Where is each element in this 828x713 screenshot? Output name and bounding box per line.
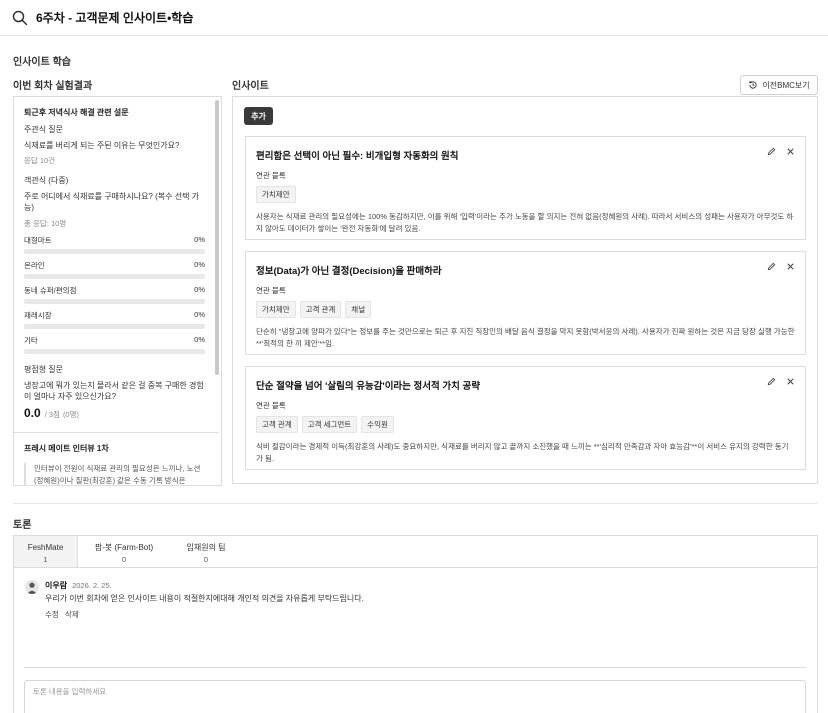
tab-farm-bot[interactable]: 팜-봇 (Farm-Bot) 0: [78, 536, 170, 567]
option-label: 동네 슈퍼/편의점: [24, 285, 77, 295]
close-icon[interactable]: [786, 377, 795, 386]
close-icon[interactable]: [786, 262, 795, 271]
subjective-label: 주관식 질문: [24, 125, 64, 134]
edit-icon[interactable]: [767, 147, 776, 156]
progress-bar: [24, 348, 205, 354]
option-bar: 동네 슈퍼/편의점 0%: [24, 285, 205, 304]
tag: 가치제안: [256, 186, 296, 203]
option-percent: 0%: [194, 259, 205, 269]
insight-body: 식비 절감이라는 경제적 이득(최강훈의 사례)도 중요하지만, 식재료를 버리…: [256, 442, 789, 464]
experiment-results-heading: 이번 회차 실험결과: [13, 81, 93, 92]
edit-icon[interactable]: [767, 262, 776, 271]
rating-count: (0명): [62, 409, 80, 419]
delete-comment-button[interactable]: 삭제: [65, 609, 79, 620]
progress-bar: [24, 248, 205, 254]
option-label: 온라인: [24, 260, 45, 270]
previous-bmc-button[interactable]: 이전BMC보기: [740, 75, 818, 95]
related-blocks-label: 연관 블록: [256, 401, 286, 410]
subjective-question: 식재료를 버리게 되는 주된 이유는 무엇인가요?: [24, 140, 180, 150]
insight-card: 편리함은 선택이 아닌 필수: 비개입형 자동화의 원칙 연관 블록 가치제안 …: [245, 136, 806, 240]
tag: 고객 관계: [299, 301, 342, 318]
insights-heading: 인사이트: [232, 81, 269, 92]
option-bar: 온라인 0%: [24, 260, 205, 279]
section-title: 인사이트 학습: [13, 57, 71, 68]
progress-bar: [24, 323, 205, 329]
team-tabs: FeshMate 1 팜-봇 (Farm-Bot) 0 임채원의 팀 0: [14, 536, 817, 568]
objective-question: 주로 어디에서 식재료를 구매하시나요? (복수 선택 가능): [24, 191, 200, 213]
edit-icon[interactable]: [767, 377, 776, 386]
comment-input-box: [24, 680, 806, 713]
survey-title: 퇴근후 저녁식사 해결 관련 설문: [24, 108, 129, 117]
debate-heading: 토론: [13, 520, 32, 531]
option-percent: 0%: [194, 284, 205, 294]
comment-text: 우리가 이번 회차에 얻은 인사이트 내용이 적절한지에대해 개인적 의견을 자…: [45, 594, 364, 603]
option-label: 대형마트: [24, 235, 52, 245]
option-percent: 0%: [194, 309, 205, 319]
rating-value: 0.0: [24, 405, 41, 420]
rating-label: 평점형 질문: [24, 364, 64, 374]
objective-label: 객관식 (다중): [24, 176, 69, 186]
option-bar: 대형마트 0%: [24, 235, 205, 254]
scrollbar[interactable]: [215, 100, 219, 375]
tag-list: 가치제안: [256, 186, 795, 203]
tab-label: 임채원의 팀: [186, 543, 226, 552]
progress-bar: [24, 273, 205, 279]
insight-card: 단순 절약을 넘어 '살림의 유능감'이라는 정서적 가치 공략 연관 블록 고…: [245, 366, 806, 470]
option-percent: 0%: [194, 334, 205, 344]
divider: [14, 431, 219, 433]
tag: 고객 관계: [256, 416, 298, 433]
tab-count: 0: [121, 555, 127, 564]
option-bar: 기타 0%: [24, 335, 205, 354]
experiment-results-panel: 퇴근후 저녁식사 해결 관련 설문 주관식 질문 식재료를 버리게 되는 주된 …: [13, 96, 222, 486]
rating-score: 0.0 / 3점 (0명): [24, 406, 205, 420]
tab-count: 1: [43, 555, 48, 564]
insight-title: 단순 절약을 넘어 '살림의 유능감'이라는 정서적 가치 공략: [256, 381, 481, 392]
tag-list: 고객 관계 고객 세그먼트 수익원: [256, 416, 795, 433]
tag: 가치제안: [256, 301, 296, 318]
progress-bar: [24, 298, 205, 304]
tab-count: 0: [203, 555, 209, 564]
tag-list: 가치제안 고객 관계 채널: [256, 301, 795, 318]
insight-title: 편리함은 선택이 아닌 필수: 비개입형 자동화의 원칙: [256, 151, 459, 162]
history-icon: [749, 80, 758, 89]
insight-title: 정보(Data)가 아닌 결정(Decision)을 판매하라: [256, 266, 442, 277]
insight-body: 사용자는 식재료 관리의 필요성에는 100% 동감하지만, 이를 위해 '입력…: [256, 212, 794, 234]
comment-input[interactable]: [25, 681, 805, 702]
comment-date: 2026. 2. 25.: [72, 581, 112, 590]
insight-card: 정보(Data)가 아닌 결정(Decision)을 판매하라 연관 블록 가치…: [245, 251, 806, 355]
tag: 채널: [345, 301, 372, 318]
tag: 수익원: [361, 416, 394, 433]
user-avatar-icon: [27, 582, 37, 594]
avatar: [25, 580, 39, 594]
divider: [13, 503, 818, 504]
option-bar: 재래시장 0%: [24, 310, 205, 329]
option-label: 재래시장: [24, 310, 52, 320]
tab-chaewon-team[interactable]: 임채원의 팀 0: [170, 536, 242, 567]
subjective-response-count: 응답 10건: [24, 156, 56, 166]
tag: 고객 세그먼트: [301, 416, 358, 433]
related-blocks-label: 연관 블록: [256, 171, 286, 180]
tab-label: 팜-봇 (Farm-Bot): [94, 543, 154, 552]
close-icon[interactable]: [786, 147, 795, 156]
comment-author: 이우람: [45, 581, 68, 590]
rating-question: 냉장고에 뭐가 있는지 몰라서 같은 걸 중복 구매한 경험이 얼마나 자주 있…: [24, 380, 204, 402]
interview-title: 프레시 메이트 인터뷰 1차: [24, 443, 109, 453]
top-bar: 6주차 - 고객문제 인사이트•학습: [0, 0, 828, 36]
add-insight-button[interactable]: 추가: [244, 107, 273, 125]
rating-scale: / 3점: [44, 409, 60, 419]
comment: 이우람 2026. 2. 25. 우리가 이번 회차에 얻은 인사이트 내용이 …: [25, 580, 364, 620]
related-blocks-label: 연관 블록: [256, 286, 286, 295]
option-label: 기타: [24, 335, 38, 345]
previous-bmc-label: 이전BMC보기: [762, 80, 810, 90]
tab-feshmate[interactable]: FeshMate 1: [14, 536, 78, 567]
objective-total: 총 응답: 10명: [24, 218, 67, 228]
page-title: 6주차 - 고객문제 인사이트•학습: [36, 11, 194, 25]
search-icon[interactable]: [12, 10, 28, 26]
interview-quote: 인터뷰이 전원이 식재료 관리의 필요성은 느끼나, 노션(정혜원)이나 질판(…: [24, 462, 205, 485]
tab-label: FeshMate: [27, 543, 64, 552]
insight-body: 단순히 "냉장고에 양파가 있다"는 정보를 주는 것만으로는 퇴근 후 지친 …: [256, 327, 795, 349]
option-percent: 0%: [194, 234, 205, 244]
edit-comment-button[interactable]: 수정: [45, 609, 59, 620]
